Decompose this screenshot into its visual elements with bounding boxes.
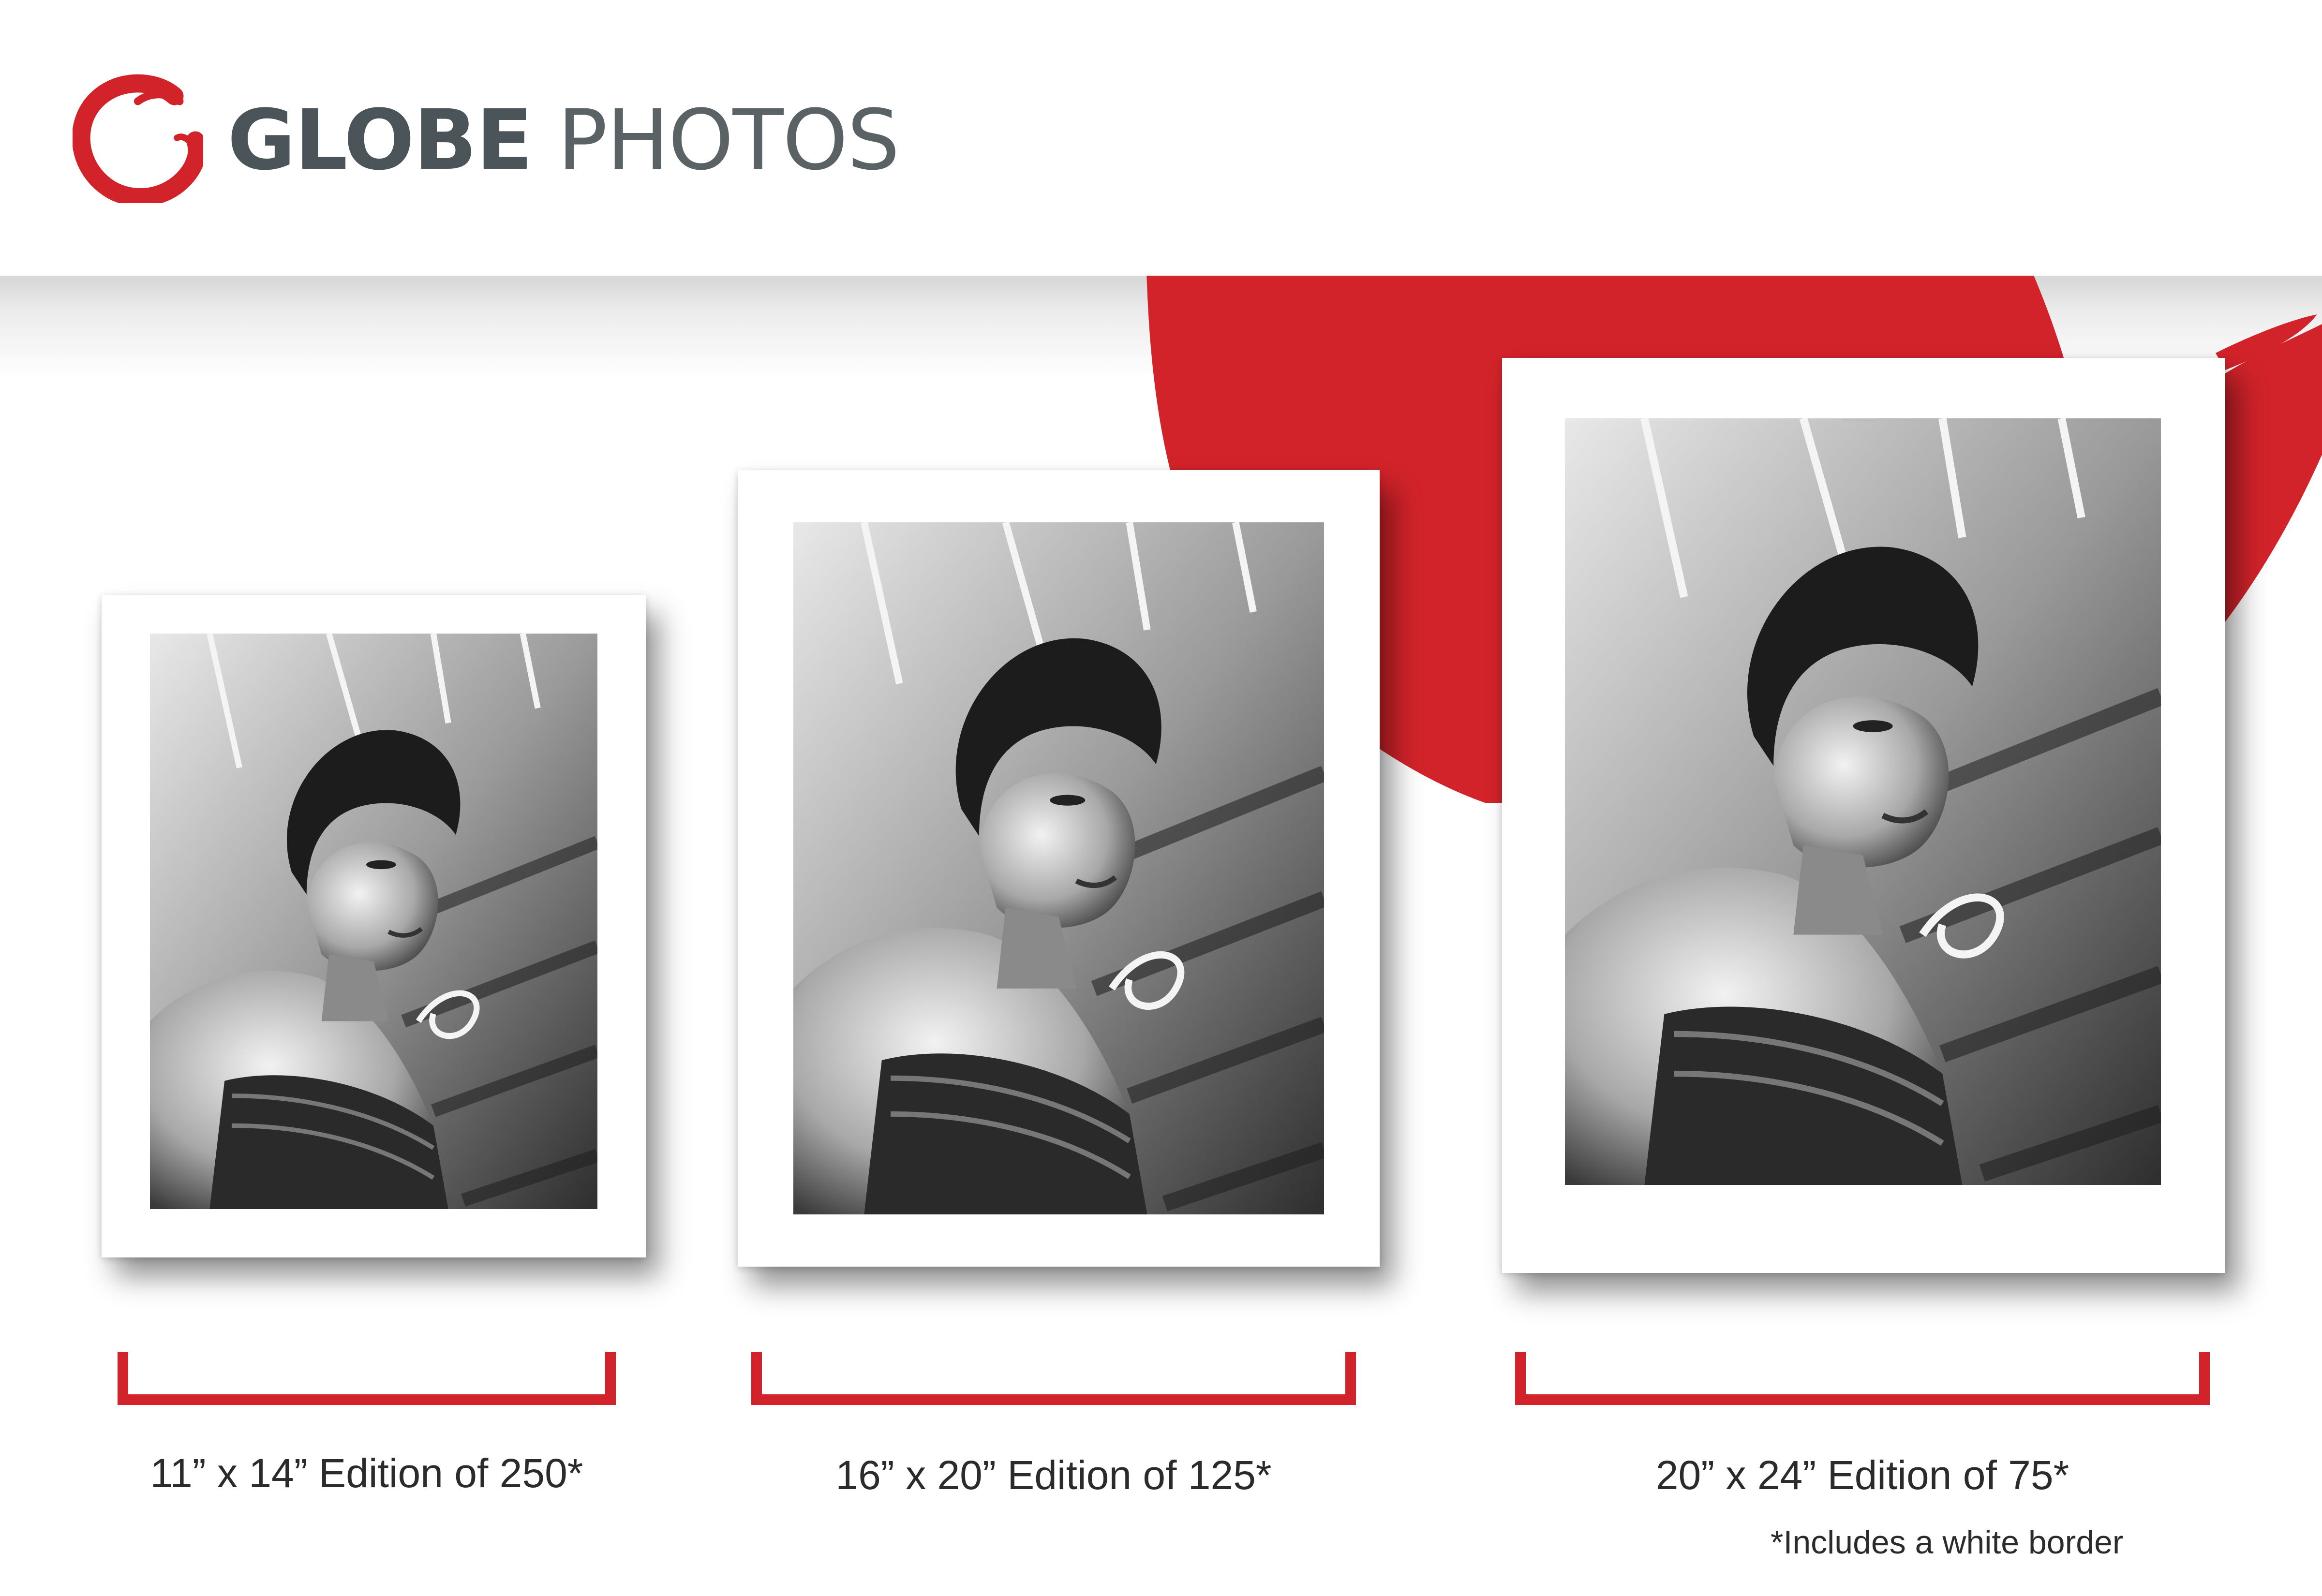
edition-label-20x24: 20” x 24” Edition of 75* <box>1655 1452 2069 1498</box>
portrait-photo-image <box>1565 418 2161 1185</box>
edition-label-11x14: 11” x 14” Edition of 250* <box>150 1450 583 1496</box>
brand-name-light: PHOTOS <box>557 91 900 189</box>
print-16x20 <box>738 470 1380 1267</box>
portrait-photo-image <box>150 634 597 1209</box>
print-11x14 <box>102 595 646 1257</box>
size-bracket-11x14 <box>118 1352 616 1405</box>
brand-name: GLOBE PHOTOS <box>227 87 900 193</box>
portrait-photo-image <box>793 522 1324 1214</box>
header: GLOBE PHOTOS <box>0 0 2322 276</box>
brush-circle-logo-icon <box>73 74 203 203</box>
brand-name-bold: GLOBE <box>227 91 533 189</box>
size-bracket-20x24 <box>1515 1352 2210 1405</box>
border-footnote: *Includes a white border <box>1771 1524 2124 1561</box>
size-bracket-16x20 <box>751 1352 1356 1405</box>
edition-label-16x20: 16” x 20” Edition of 125* <box>835 1452 1272 1498</box>
print-20x24 <box>1502 358 2225 1273</box>
